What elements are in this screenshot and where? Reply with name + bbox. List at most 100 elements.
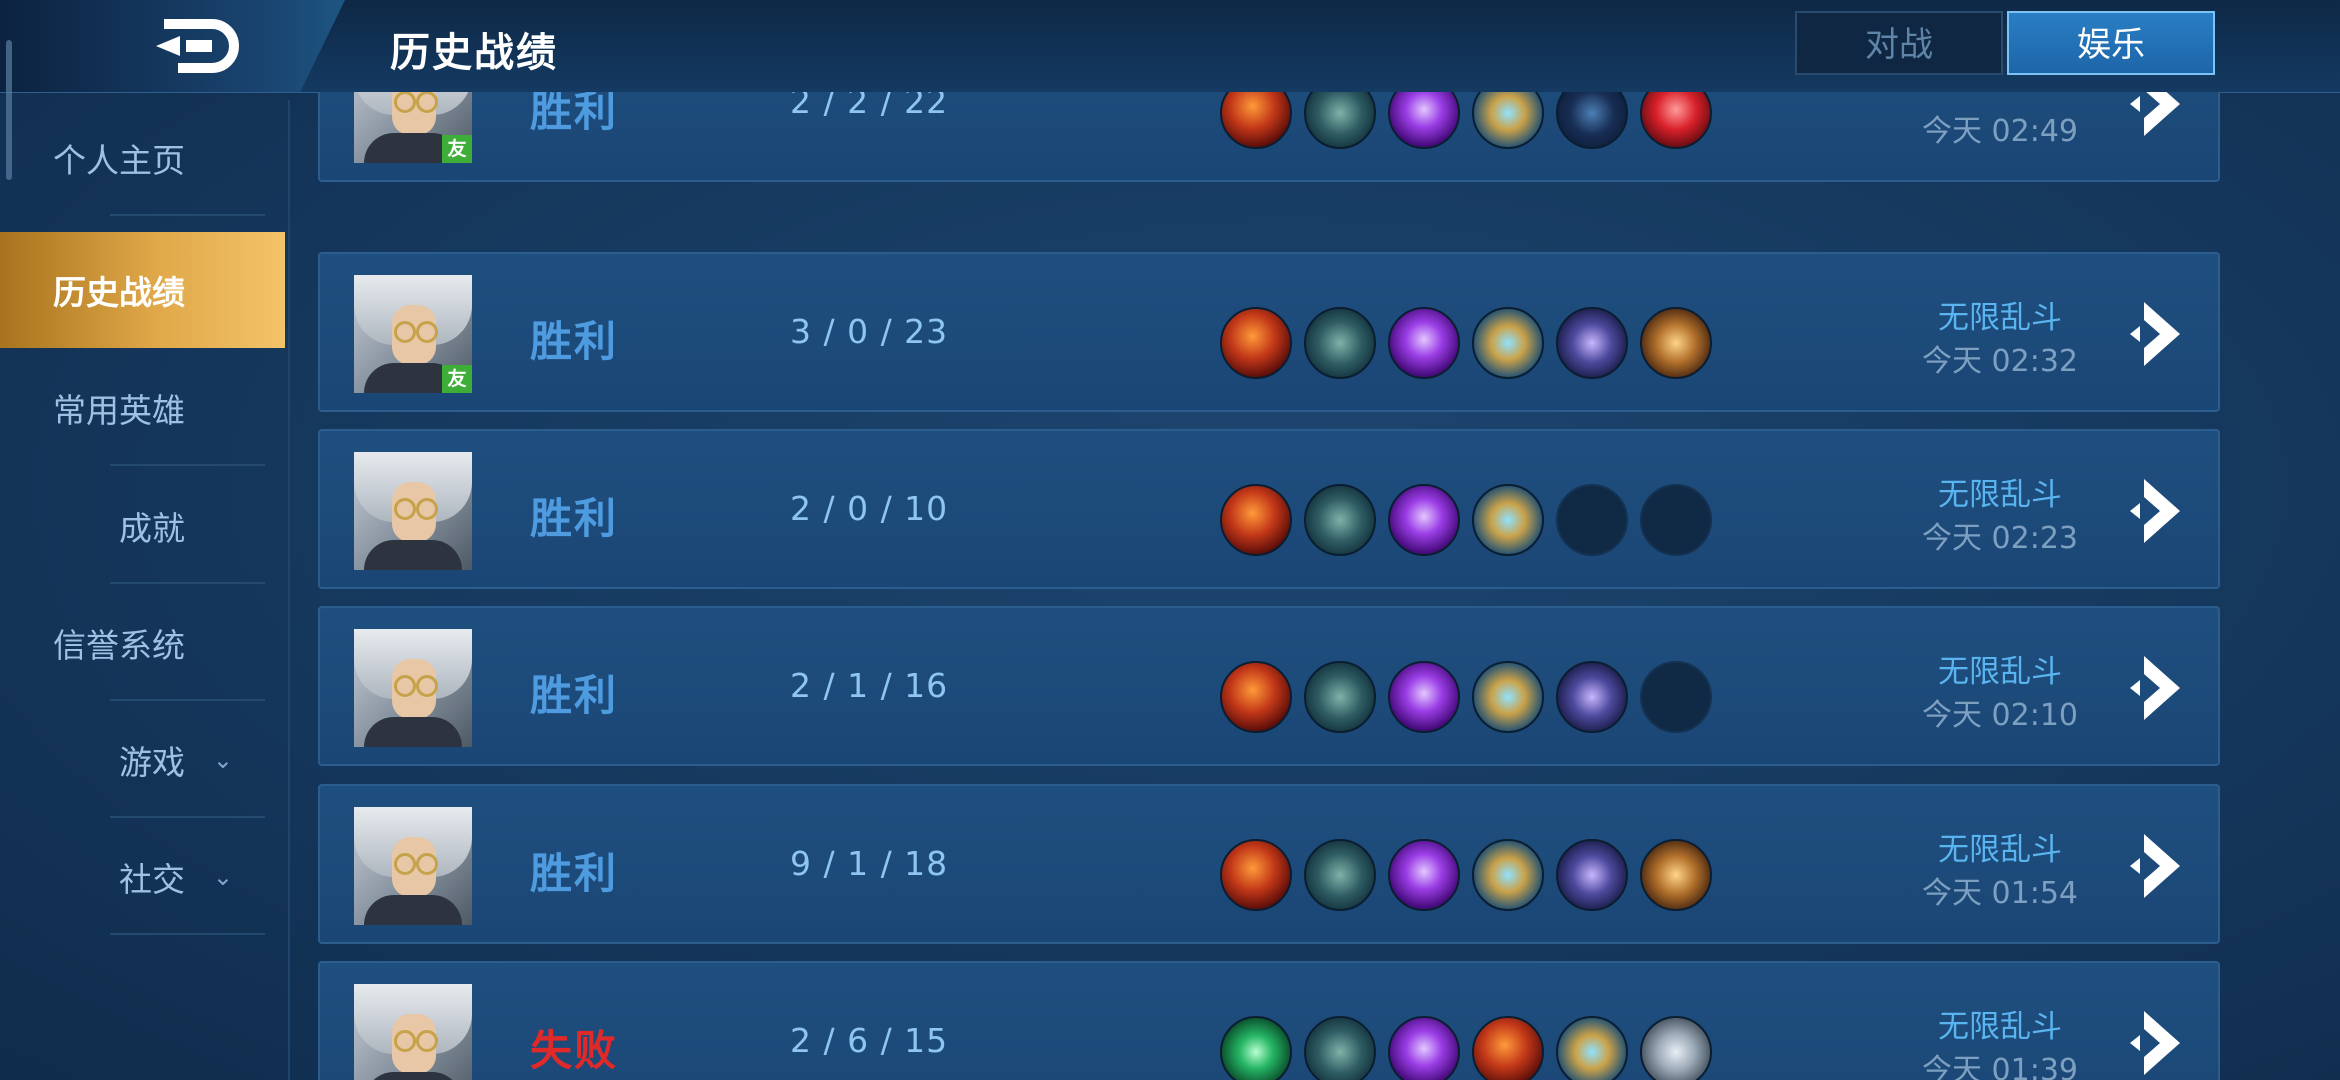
- match-history-list[interactable]: 友胜利 2 / 2 / 22 今天 02:49 友胜利 3 / 0 / 23 无限乱斗 今天…: [318, 92, 2220, 1080]
- equipment-slots: [1220, 839, 1720, 913]
- equipment-item-icon: [1304, 307, 1376, 379]
- kda-score: 2 / 6 / 15: [790, 1021, 949, 1060]
- equipment-item-icon: [1304, 1016, 1376, 1080]
- sidebar-item-label: 个人主页: [53, 141, 185, 180]
- back-area: [0, 0, 345, 92]
- equipment-slots: [1220, 1016, 1720, 1080]
- equipment-item-icon: [1472, 1016, 1544, 1080]
- avatar-art: [364, 1072, 462, 1080]
- sidebar-item-heroes[interactable]: 常用英雄: [0, 350, 285, 466]
- match-row[interactable]: 失败 2 / 6 / 15 无限乱斗今天 01:39: [318, 961, 2220, 1080]
- equipment-item-icon: [1388, 92, 1460, 149]
- kda-score: 2 / 0 / 10: [790, 489, 949, 528]
- match-result: 胜利: [530, 849, 619, 898]
- sidebar-item-label: 成就: [119, 509, 185, 548]
- sidebar-item-label: 信誉系统: [53, 626, 185, 665]
- hero-avatar: [354, 807, 472, 925]
- avatar-art: [416, 675, 438, 697]
- friend-badge: 友: [442, 365, 472, 393]
- sidebar-item-game[interactable]: 游戏 ⌄: [0, 702, 285, 818]
- sidebar-item-profile[interactable]: 个人主页: [0, 100, 285, 216]
- kda-score: 2 / 2 / 22: [790, 92, 949, 121]
- divider: [110, 582, 265, 584]
- avatar-art: [394, 498, 416, 520]
- divider: [110, 214, 265, 216]
- equipment-item-icon: [1388, 307, 1460, 379]
- avatar-art: [416, 853, 438, 875]
- match-row[interactable]: 友 胜利 3 / 0 / 23 无限乱斗 今天 02:32: [318, 252, 2220, 412]
- game-mode: 无限乱斗: [1938, 300, 2062, 336]
- equipment-item-icon: [1304, 484, 1376, 556]
- equipment-item-icon: [1220, 307, 1292, 379]
- equipment-slots: [1220, 307, 1720, 381]
- divider: [110, 933, 265, 935]
- kda-score: 2 / 1 / 16: [790, 666, 949, 705]
- match-time: 今天 01:39: [1922, 1053, 2078, 1080]
- avatar-art: [394, 675, 416, 697]
- divider: [110, 699, 265, 701]
- avatar-art: [394, 321, 416, 343]
- match-time: 今天 02:32: [1922, 344, 2078, 379]
- match-time: 今天 02:10: [1922, 698, 2078, 733]
- match-result: 胜利: [530, 92, 619, 136]
- sidebar-item-label: 常用英雄: [53, 391, 185, 430]
- sidebar-item-label: 历史战绩: [53, 273, 185, 312]
- chevron-right-icon[interactable]: [2128, 298, 2188, 370]
- game-mode: 无限乱斗: [1938, 477, 2062, 513]
- match-row[interactable]: 友 胜利 2 / 2 / 22 今天 02:49: [318, 92, 2220, 182]
- back-icon[interactable]: [150, 18, 245, 74]
- divider: [110, 816, 265, 818]
- equipment-item-icon: [1556, 661, 1628, 733]
- chevron-right-icon[interactable]: [2128, 652, 2188, 724]
- equipment-item-icon: [1472, 661, 1544, 733]
- sidebar-item-achievements[interactable]: 成就: [0, 468, 285, 584]
- match-row[interactable]: 胜利 9 / 1 / 18 无限乱斗 今天 01:54: [318, 784, 2220, 944]
- mode-tabs: 对战 娱乐: [1795, 11, 2220, 79]
- sidebar-item-credit[interactable]: 信誉系统: [0, 585, 285, 701]
- equipment-item-icon: [1220, 484, 1292, 556]
- friend-badge: 友: [442, 135, 472, 163]
- game-mode: 无限乱斗: [1938, 1009, 2062, 1045]
- match-result: 胜利: [530, 317, 619, 366]
- equipment-item-icon: [1220, 661, 1292, 733]
- equipment-item-icon: [1472, 92, 1544, 149]
- equipment-item-icon: [1220, 839, 1292, 911]
- chevron-right-icon[interactable]: [2128, 830, 2188, 902]
- chevron-right-icon[interactable]: [2128, 475, 2188, 547]
- kda-score: 9 / 1 / 18: [790, 844, 949, 883]
- equipment-item-icon: [1304, 92, 1376, 149]
- match-row[interactable]: 胜利 2 / 0 / 10 无限乱斗 今天 02:23: [318, 429, 2220, 589]
- equipment-item-icon: [1556, 307, 1628, 379]
- equipment-item-icon: [1556, 1016, 1628, 1080]
- top-bar: 历史战绩 对战 娱乐: [0, 0, 2340, 93]
- equipment-item-icon: [1556, 92, 1628, 149]
- equipment-slots: [1220, 661, 1720, 735]
- equipment-slots: [1220, 92, 1720, 151]
- tab-battle[interactable]: 对战: [1795, 11, 2003, 75]
- match-row[interactable]: 胜利 2 / 1 / 16 无限乱斗今天 02:10: [318, 606, 2220, 766]
- sidebar-divider: [288, 100, 290, 1080]
- equipment-item-icon: [1556, 839, 1628, 911]
- match-result: 失败: [530, 1026, 619, 1075]
- equipment-item-icon: [1640, 307, 1712, 379]
- tab-entertainment[interactable]: 娱乐: [2007, 11, 2215, 75]
- hero-avatar: [354, 984, 472, 1080]
- match-time: 今天 01:54: [1922, 876, 2078, 911]
- match-result: 胜利: [530, 671, 619, 720]
- equipment-item-icon: [1640, 92, 1712, 149]
- equipment-item-icon: [1388, 661, 1460, 733]
- chevron-right-icon[interactable]: [2128, 92, 2188, 140]
- page-title: 历史战绩: [390, 30, 558, 76]
- equipment-item-icon: [1388, 484, 1460, 556]
- avatar-art: [416, 92, 438, 113]
- match-result: 胜利: [530, 494, 619, 543]
- match-time: 今天 02:49: [1922, 114, 2078, 149]
- equipment-item-icon: [1388, 1016, 1460, 1080]
- empty-item-slot: [1640, 661, 1712, 733]
- game-mode: 无限乱斗: [1938, 654, 2062, 690]
- sidebar-item-history[interactable]: 历史战绩: [0, 232, 285, 348]
- equipment-item-icon: [1640, 839, 1712, 911]
- equipment-item-icon: [1304, 661, 1376, 733]
- chevron-right-icon[interactable]: [2128, 1007, 2188, 1079]
- sidebar-item-social[interactable]: 社交 ⌄: [0, 819, 285, 935]
